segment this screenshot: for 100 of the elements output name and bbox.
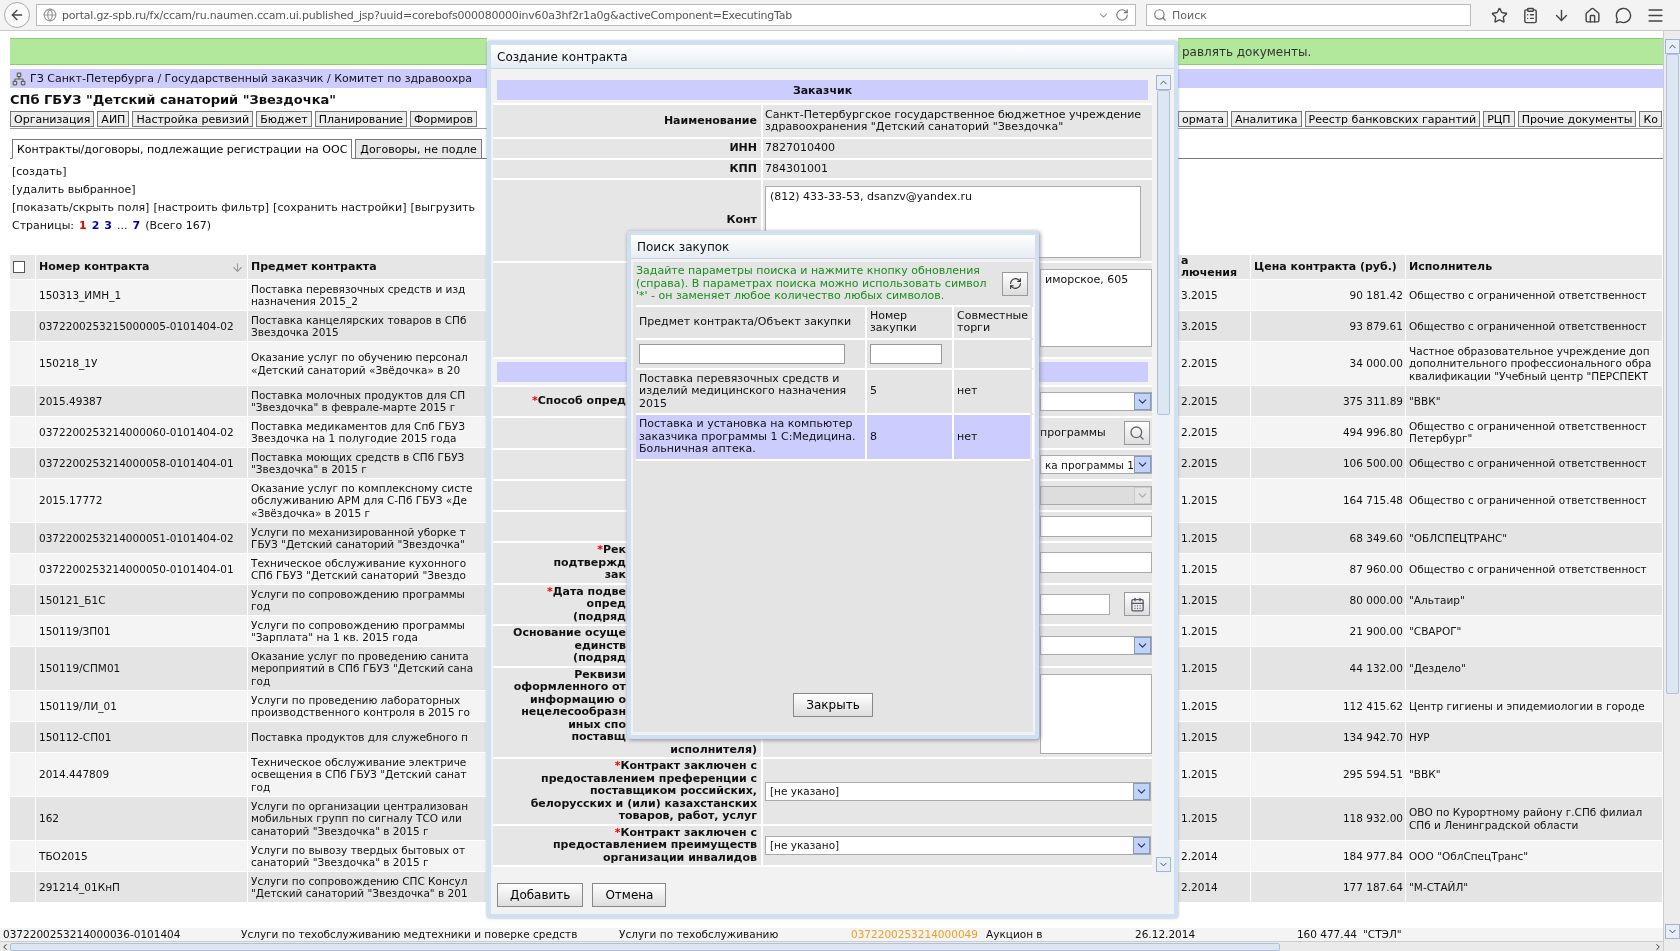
nav-tab[interactable]: ормата — [1178, 111, 1228, 127]
nav-tab[interactable]: Настройка ревизий — [132, 111, 254, 127]
field-value: Санкт-Петербургское государственное бюджетное учреждение здравоохранения "Детский санаторий "Звездочка" — [765, 108, 1142, 134]
table-cell: "ОБЛСПЕЦТРАНС" — [1409, 531, 1508, 545]
column-header[interactable]: Номер контракта — [39, 261, 150, 273]
action-link[interactable]: [показать/скрыть поля] — [12, 200, 150, 214]
field-label: Реквизи оформленного от информацию о нецелесообразн иных спо поставщ — [513, 668, 626, 744]
table-cell: 0372200253214000050-0101404-01 — [39, 562, 234, 576]
field-label: исполнителя) — [670, 743, 757, 756]
nav-tab[interactable]: Реестр банковских гарантий — [1304, 111, 1481, 127]
text-area[interactable]: иморское, 605 — [1040, 269, 1152, 347]
page-link[interactable]: 2 — [91, 218, 100, 232]
table-cell: 2015.49387 — [39, 394, 103, 408]
table-cell: Услуги по техобслуживанию медтехники и поверке средств — [241, 928, 578, 941]
page-link[interactable]: 1 — [79, 218, 87, 232]
nav-tab[interactable]: Аналитика — [1230, 111, 1302, 127]
table-cell: Центр гигиены и эпидемиологии в городе — [1409, 699, 1645, 713]
select-field[interactable]: [не указано] — [765, 781, 1151, 801]
table-cell: 3.2015 — [1181, 319, 1218, 333]
field-label: *Способ опред — [532, 395, 626, 408]
search-field[interactable]: Поиск — [1146, 4, 1471, 26]
table-cell: 162 — [39, 812, 60, 825]
table-cell: 2.2014 — [1181, 880, 1218, 894]
column-header[interactable]: Цена контракта (руб.) — [1254, 261, 1397, 273]
action-link[interactable]: [создать] — [12, 164, 67, 178]
column-header: Номер закупки — [870, 309, 917, 335]
hint-text: Задайте параметры поиска и нажмите кнопку обновления (справа). В параметрах поиска можно использовать символ '*' - он заменяет любое количество любых символов. — [636, 265, 988, 303]
pager-label: Страницы: — [12, 218, 75, 232]
table-cell: 150313_ИМН_1 — [39, 288, 122, 302]
table-cell: 44 132.00 — [1349, 662, 1403, 675]
table-cell: 1.2015 — [1181, 494, 1218, 507]
nav-tab[interactable]: РЦП — [1483, 111, 1515, 127]
field-value: 784301001 — [765, 162, 828, 175]
table-cell: 1.2015 — [1181, 593, 1218, 607]
table-cell: 164 715.48 — [1342, 494, 1403, 507]
sub-tab[interactable]: Контракты/договоры, подлежащие регистрации на ООС — [12, 139, 353, 159]
table-cell: 1.2015 — [1181, 812, 1218, 825]
field-label: *Контракт заключен с предоставлением преференции с поставщиком российских, белорусских и (или) казахстанских товаров, работ, услуг — [530, 760, 757, 823]
table-cell: 150119/СПМ01 — [39, 662, 121, 675]
nav-tab[interactable]: Организация — [10, 111, 95, 127]
nav-tab[interactable]: Ко — [1639, 111, 1662, 127]
table-cell: 112 415.62 — [1342, 699, 1403, 713]
action-link[interactable]: [сохранить настройки] — [273, 200, 407, 214]
table-cell: 87 960.00 — [1349, 562, 1403, 576]
pager-total: (Всего 167) — [145, 218, 212, 232]
nav-tab[interactable]: Планирование — [314, 111, 408, 127]
table-cell: 177 187.64 — [1342, 880, 1403, 894]
table-cell: 2.2015 — [1181, 394, 1218, 408]
table-cell: 68 349.60 — [1349, 531, 1403, 545]
address-bar[interactable]: portal.gz-spb.ru/fx/ccam/ru.naumen.ccam.ui.published_jsp?uuid=corebofs000080000inv60a3hf2r1a0g&activeComponent=ExecutingTab — [36, 4, 1136, 26]
table-cell: Общество с ограниченной ответственност — [1409, 562, 1647, 576]
table-cell: 0372200253214000036-0101404 — [3, 928, 181, 941]
table-cell: Услуги по механизированной уборке т ГБУЗ "Детский санаторий "Звездочка" — [251, 525, 466, 551]
table-cell: Поставка медикаментов для Спб ГБУЗ Звездочка на 1 полугодие 2015 года — [251, 419, 465, 445]
action-link[interactable]: [удалить выбранное] — [12, 182, 136, 196]
sub-tab[interactable]: Договоры, не подле — [355, 139, 482, 159]
table-cell: 160 477.44 — [1296, 928, 1357, 941]
table-cell: Услуги по сопровождению программы "Зарплата" на 1 кв. 2015 года — [251, 618, 465, 644]
notification-text: равлять документы. — [1182, 44, 1312, 59]
action-link[interactable]: [настроить фильтр] — [153, 200, 270, 214]
nav-tab[interactable]: Бюджет — [256, 111, 312, 127]
table-cell: "ВВК" — [1409, 768, 1441, 781]
field-label: *Контракт заключен с предоставлением преимуществ организации инвалидов — [552, 826, 757, 864]
close-button[interactable]: Закрыть — [793, 693, 873, 717]
dialog-button[interactable]: Отмена — [592, 883, 667, 907]
dialog-button[interactable]: Добавить — [497, 883, 584, 907]
table-cell: ТБО2015 — [39, 849, 88, 863]
table-cell: 375 311.89 — [1342, 394, 1403, 408]
table-cell: Оказание услуг по обучению персонал «Детский санаторий «Звёдочка» в 20 — [251, 351, 468, 376]
table-cell: 150119/ЗП01 — [39, 624, 111, 638]
table-cell: 2.2014 — [1181, 849, 1218, 863]
table-cell: Общество с ограниченной ответственност — [1409, 494, 1647, 507]
table-cell: 150119/ЛИ_01 — [39, 699, 117, 713]
table-cell: 295 594.51 — [1342, 768, 1403, 781]
table-cell: Услуги по вывозу твердых бытовых от санаторий "Звездочка" в 2015 г — [251, 843, 466, 869]
pager-gap: ... — [117, 218, 128, 232]
table-cell: "ВВК" — [1409, 394, 1441, 408]
nav-tab[interactable]: АИП — [97, 111, 130, 127]
column-header[interactable]: а лючения — [1181, 255, 1238, 279]
nav-tab[interactable]: Формиров — [410, 111, 477, 127]
page-link[interactable]: 3 — [104, 218, 112, 232]
table-cell: Общество с ограниченной ответственност — [1409, 456, 1647, 470]
table-cell: 1.2015 — [1181, 531, 1218, 545]
select-field[interactable]: ка программы 1 — [1040, 455, 1152, 474]
table-cell: 291214_01КнП — [39, 880, 120, 894]
column-header[interactable]: Исполнитель — [1409, 261, 1493, 273]
table-cell: Общество с ограниченной ответственност — [1409, 288, 1647, 302]
table-cell: Общество с ограниченной ответственност Петербург" — [1409, 419, 1647, 445]
table-cell: 1.2015 — [1181, 662, 1218, 675]
table-cell: 0372200253214000051-0101404-02 — [39, 531, 234, 545]
select-field[interactable]: [не указано] — [765, 835, 1151, 855]
table-cell: Поставка моющих средств в СПб ГБУЗ "Звездочка" в 2015 г — [251, 450, 465, 476]
table-cell: Услуги по сопровождению СПС Консул "Детский санаторий "Звездочка" в 201 — [251, 874, 468, 900]
dialog-title: Создание контракта — [497, 49, 628, 64]
page-link[interactable]: 7 — [132, 218, 141, 232]
nav-tab[interactable]: Прочие документы — [1517, 111, 1637, 127]
table-cell: 80 000.00 — [1349, 593, 1403, 607]
field-label: КПП — [729, 162, 757, 175]
action-link[interactable]: [выгрузить — [410, 200, 476, 214]
column-header[interactable]: Предмет контракта — [251, 261, 377, 273]
